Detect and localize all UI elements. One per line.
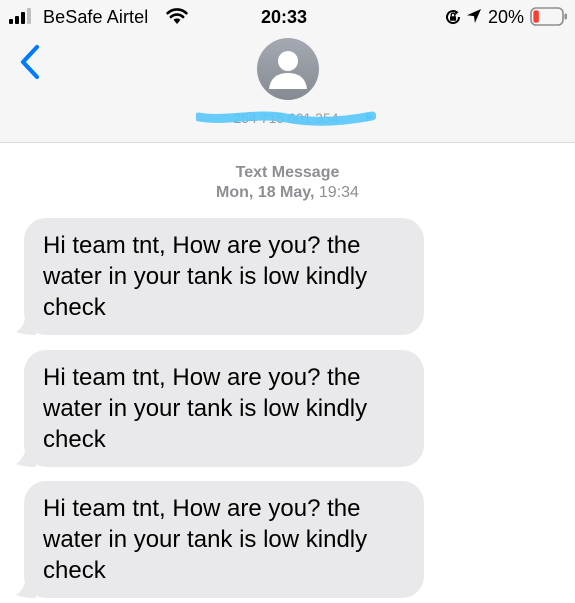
bubble-tail <box>16 447 36 467</box>
wifi-icon <box>166 8 188 24</box>
message-bubble[interactable]: Hi team tnt, How are you? the water in y… <box>16 481 424 598</box>
message-type-label: Text Message <box>235 164 340 181</box>
back-button[interactable] <box>17 44 43 80</box>
message-bubble[interactable]: Hi team tnt, How are you? the water in y… <box>16 350 424 467</box>
carrier-name: BeSafe Airtel <box>43 7 149 27</box>
location-arrow-icon <box>467 9 481 23</box>
rotation-lock-icon <box>446 10 461 25</box>
contact-avatar[interactable] <box>257 38 319 100</box>
conversation-header: BeSafe Airtel 20:33 20% 254 715 601 354 <box>0 0 575 143</box>
thread-date-time: 19:34 <box>318 184 359 201</box>
message-text: Hi team tnt, How are you? the water in y… <box>43 232 368 321</box>
person-silhouette-icon <box>269 51 307 89</box>
status-bar: BeSafe Airtel 20:33 20% <box>0 0 575 34</box>
thread-date-day: Mon, 18 May, <box>216 184 315 201</box>
message-bubble[interactable]: Hi team tnt, How are you? the water in y… <box>16 218 424 335</box>
thread-timestamp: Text Message Mon, 18 May, 19:34 <box>0 163 575 203</box>
status-time: 20:33 <box>261 7 308 27</box>
thread-date: Mon, 18 May, 19:34 <box>0 183 575 203</box>
message-text: Hi team tnt, How are you? the water in y… <box>43 364 368 453</box>
battery-icon <box>530 7 567 26</box>
bubble-tail <box>16 315 36 335</box>
bubble-tail <box>16 578 36 598</box>
battery-percent: 20% <box>488 7 525 27</box>
message-text: Hi team tnt, How are you? the water in y… <box>43 495 368 584</box>
redaction-scribble <box>196 111 376 126</box>
